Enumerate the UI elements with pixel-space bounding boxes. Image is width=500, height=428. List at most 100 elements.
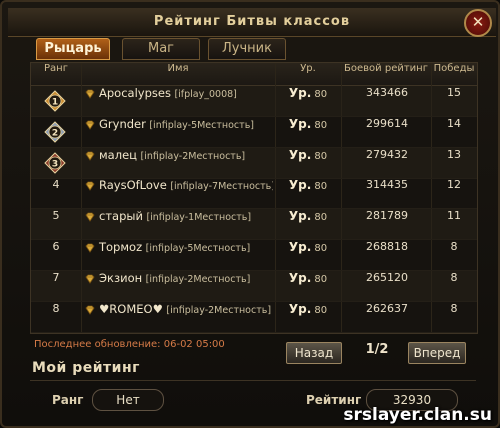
rank-gem-icon	[85, 303, 99, 316]
rating-cell: 268818	[366, 240, 408, 253]
rating-table: Ранг Имя Ур. Боевой рейтинг Победы 1 Apoc…	[30, 62, 478, 334]
level-cell: Ур. 80	[275, 86, 341, 116]
header-rating: Боевой рейтинг	[344, 63, 428, 74]
level-cell: Ур. 80	[275, 302, 341, 332]
divider	[30, 380, 476, 381]
player-name-cell: Tормоz [infiplay-5Местность]	[85, 240, 273, 270]
svg-text:1: 1	[52, 98, 58, 108]
my-rating-title: Мой рейтинг	[32, 360, 140, 376]
title-bar: Рейтинг Битвы классов	[8, 8, 496, 37]
player-server: [infiplay-2Местность]	[140, 150, 246, 162]
level-value: 80	[314, 273, 328, 285]
table-row[interactable]: 5 старый [infiplay-1Местность] Ур. 80 281789…	[31, 209, 477, 241]
player-server: [infiplay-1Местность]	[146, 212, 252, 224]
level-cell: Ур. 80	[275, 178, 341, 208]
rank-medal-icon: 3	[44, 151, 66, 174]
player-name: ♥ROMEO♥	[99, 301, 163, 316]
close-button[interactable]: ✕	[464, 9, 492, 37]
tab-archer[interactable]: Лучник	[208, 38, 286, 60]
tab-knight[interactable]: Рыцарь	[36, 38, 110, 60]
header-rank: Ранг	[44, 63, 68, 74]
level-cell: Ур. 80	[275, 209, 341, 239]
level-prefix: Ур.	[288, 240, 312, 254]
player-name: RaysOfLove	[99, 178, 167, 193]
table-row[interactable]: 2 Grynder [infiplay-5Местность] Ур. 80 29961…	[31, 117, 477, 148]
table-row[interactable]: 7 Экзион [infiplay-2Местность] Ур. 80 265120…	[31, 270, 477, 302]
player-name: старый	[99, 209, 143, 224]
rating-cell: 343466	[366, 86, 408, 99]
player-name: Grynder	[99, 116, 146, 131]
tab-mage[interactable]: Маг	[122, 38, 200, 60]
rating-cell: 279432	[366, 147, 408, 161]
player-name: Tормоz	[99, 240, 143, 254]
player-server: [infiplay-2Местность]	[166, 304, 272, 316]
rank-gem-icon	[85, 241, 99, 254]
level-value: 80	[314, 150, 328, 162]
level-prefix: Ур.	[288, 209, 312, 224]
rank-cell: 5	[52, 209, 60, 223]
rank-medal-icon: 1	[44, 90, 66, 112]
player-name-cell: Apocalypses [ifplay_0008]	[85, 86, 273, 116]
player-name-cell: малец [infiplay-2Местность]	[85, 148, 273, 178]
svg-text:2: 2	[52, 128, 58, 138]
level-prefix: Ур.	[288, 147, 312, 162]
rank-gem-icon	[85, 118, 99, 131]
wins-cell: 15	[447, 86, 461, 99]
page-indicator: 1/2	[365, 342, 389, 357]
level-value: 80	[314, 212, 328, 224]
wins-cell: 8	[450, 270, 458, 284]
level-prefix: Ур.	[288, 86, 312, 100]
level-cell: Ур. 80	[275, 271, 341, 301]
level-value: 80	[314, 304, 328, 316]
table-row[interactable]: 6 Tормоz [infiplay-5Местность] Ур. 80 268818…	[31, 240, 477, 271]
table-header: Ранг Имя Ур. Боевой рейтинг Победы	[31, 63, 477, 86]
wins-cell: 8	[450, 301, 458, 315]
next-page-button[interactable]: Вперед	[408, 342, 466, 364]
header-wins: Победы	[433, 63, 475, 74]
level-cell: Ур. 80	[275, 148, 341, 178]
level-prefix: Ур.	[288, 270, 312, 285]
wins-cell: 8	[450, 240, 458, 253]
rating-window: Рейтинг Битвы классов ✕ Рыцарь Маг Лучни…	[0, 0, 500, 428]
wins-cell: 12	[447, 178, 461, 192]
table-row[interactable]: 4 RaysOfLove [infiplay-7Местность] Ур. 80 31…	[31, 178, 477, 210]
rating-cell: 314435	[366, 178, 408, 192]
my-rank-label: Ранг	[52, 393, 84, 407]
level-value: 80	[314, 243, 328, 254]
rank-gem-icon	[85, 149, 99, 162]
rating-cell: 299614	[366, 116, 408, 130]
player-name: малец	[99, 147, 137, 162]
level-value: 80	[314, 89, 328, 100]
rating-cell: 281789	[366, 209, 408, 223]
rating-cell: 262637	[366, 301, 408, 315]
prev-page-button[interactable]: Назад	[286, 342, 342, 364]
header-name: Имя	[167, 63, 189, 74]
player-name-cell: ♥ROMEO♥ [infiplay-2Местность]	[85, 302, 273, 332]
player-name-cell: Экзион [infiplay-2Местность]	[85, 271, 273, 301]
wins-cell: 14	[447, 116, 461, 130]
svg-text:3: 3	[52, 159, 58, 169]
wins-cell: 11	[447, 209, 461, 223]
level-cell: Ур. 80	[275, 117, 341, 147]
rank-cell: 6	[52, 240, 60, 253]
level-prefix: Ур.	[288, 301, 312, 316]
level-prefix: Ур.	[288, 178, 312, 193]
level-cell: Ур. 80	[275, 240, 341, 270]
last-update-text: Последнее обновление: 06-02 05:00	[34, 339, 225, 350]
player-name: Экзион	[99, 270, 143, 285]
rank-medal-icon: 2	[44, 121, 66, 143]
player-name: Apocalypses	[99, 86, 171, 100]
rating-cell: 265120	[366, 270, 408, 284]
table-row[interactable]: 8 ♥ROMEO♥ [infiplay-2Местность] Ур. 80 26263…	[31, 302, 477, 333]
wins-cell: 13	[447, 147, 461, 161]
rank-gem-icon	[85, 210, 99, 223]
table-row[interactable]: 1 Apocalypses [ifplay_0008] Ур. 80 343466 15	[31, 86, 477, 117]
table-row[interactable]: 3 малец [infiplay-2Местность] Ур. 80 279432 1…	[31, 147, 477, 179]
rank-cell: 7	[52, 270, 60, 284]
level-prefix: Ур.	[288, 116, 312, 131]
rank-gem-icon	[85, 87, 99, 100]
level-value: 80	[314, 181, 328, 193]
player-server: [infiplay-5Местность]	[149, 119, 254, 131]
rank-cell: 4	[52, 178, 60, 192]
player-name-cell: старый [infiplay-1Местность]	[85, 209, 273, 239]
